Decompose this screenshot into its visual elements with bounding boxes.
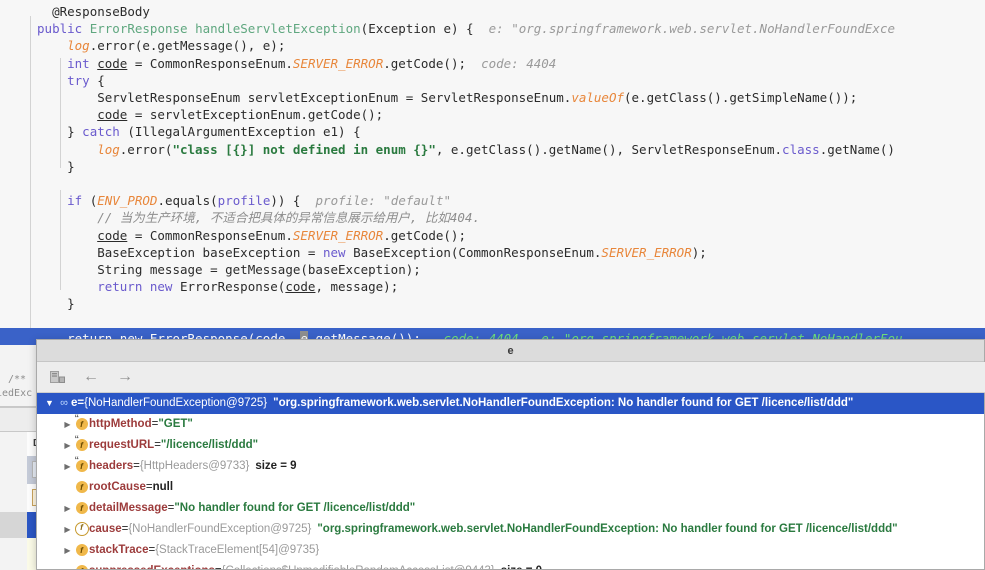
field-icon: f [74, 540, 89, 561]
expander-expand-icon[interactable]: ▶ [61, 519, 74, 540]
variable-row[interactable]: ▶ f detailMessage = "No handler found for … [37, 498, 984, 519]
variable-string-value: "/licence/list/ddd" [160, 439, 259, 451]
code-editor[interactable]: @ResponseBody public ErrorResponse handle… [0, 0, 985, 345]
navigate-forward-icon[interactable]: → [115, 367, 135, 387]
code-lines: @ResponseBody public ErrorResponse handle… [0, 0, 985, 345]
variable-object-ref: {NoHandlerFoundException@9725} [84, 397, 268, 409]
variable-equals: = [121, 523, 129, 535]
variable-null-value: null [152, 481, 174, 493]
variable-row[interactable]: ▶frequestURL = "/licence/list/ddd" [37, 433, 984, 456]
variable-row[interactable]: ▼ ∞ e = {NoHandlerFoundException@9725} "org… [37, 393, 984, 414]
field-icon: f [74, 477, 89, 498]
field-string-icon: f [74, 433, 89, 456]
variable-row[interactable]: f rootCause = null [37, 477, 984, 498]
screenshot-root: /** iedExc De ▣ ▥ @ResponseBodypublic Er… [0, 0, 985, 570]
evaluate-expression-icon[interactable] [47, 367, 67, 387]
expander-expand-icon[interactable]: ▶ [61, 456, 74, 477]
variable-string-value: "GET" [158, 418, 193, 430]
variable-size: size = 9 [255, 460, 297, 472]
variable-name: stackTrace [89, 544, 149, 556]
expander-expand-icon[interactable]: ▶ [61, 414, 74, 435]
debugger-popup[interactable]: e ← → ▼ ∞ e = {NoHandlerFoundException@972… [36, 339, 985, 570]
variable-name: headers [89, 460, 134, 472]
field-icon: f [74, 561, 89, 569]
variable-row[interactable]: ▶ f stackTrace = {StackTraceElement[54]@97… [37, 540, 984, 561]
variable-row[interactable]: ▶fheaders = {HttpHeaders@9733} size = 9 [37, 454, 984, 477]
variable-row[interactable]: fsuppressedExceptions = {Collections$Unm… [37, 561, 984, 569]
variable-name: detailMessage [89, 502, 168, 514]
variable-name: cause [89, 523, 122, 535]
field-string-icon: f [74, 454, 89, 477]
expander-expand-icon[interactable]: ▶ [61, 435, 74, 456]
variable-equals: = [148, 544, 156, 556]
variable-name: requestURL [89, 439, 155, 451]
field-icon: f [74, 498, 89, 519]
variable-equals: = [133, 460, 140, 472]
variable-size: size = 0 [501, 561, 542, 569]
debugger-toolbar[interactable]: ← → [37, 362, 985, 393]
expander-expand-icon[interactable]: ▶ [61, 498, 74, 519]
variable-name: rootCause [89, 481, 146, 493]
expander-collapse-icon[interactable]: ▼ [43, 393, 56, 414]
variable-string-value: "org.springframework.web.servlet.NoHandl… [273, 397, 854, 409]
variable-string-value: "No handler found for GET /licence/list/… [174, 502, 416, 514]
variable-string-value: "org.springframework.web.servlet.NoHandl… [317, 523, 898, 535]
background-doc-comment: /** [8, 374, 27, 385]
variable-object-ref: {StackTraceElement[54]@9735} [155, 544, 320, 556]
navigate-back-icon[interactable]: ← [81, 367, 101, 387]
variable-equals: = [215, 561, 222, 569]
debugger-title: e [37, 340, 984, 362]
variable-equals: = [77, 397, 85, 409]
variable-row[interactable]: ▶fhttpMethod = "GET" [37, 412, 984, 435]
variable-object-ref: {NoHandlerFoundException@9725} [128, 523, 312, 535]
background-doc-word: iedExc [0, 388, 33, 399]
infinity-icon: ∞ [60, 397, 68, 409]
background-grey-chip [0, 512, 27, 538]
variable-equals: = [145, 481, 153, 493]
variable-object-ref: {HttpHeaders@9733} [139, 460, 250, 472]
variable-equals: = [167, 502, 175, 514]
variable-row[interactable]: ▶ f cause = {NoHandlerFoundException@9725}… [37, 519, 984, 540]
variable-equals: = [151, 418, 159, 430]
debugger-variables-tree[interactable]: ▼ ∞ e = {NoHandlerFoundException@9725} "org… [37, 393, 984, 569]
variable-object-ref: {Collections$UnmodifiableRandomAccessLis… [222, 561, 495, 569]
variable-name: httpMethod [89, 418, 152, 430]
variable-name: suppressedExceptions [89, 561, 215, 569]
field-string-icon: f [74, 412, 89, 435]
field-outline-icon: f [74, 519, 89, 540]
variable-equals: = [154, 439, 161, 451]
expander-expand-icon[interactable]: ▶ [61, 540, 74, 561]
